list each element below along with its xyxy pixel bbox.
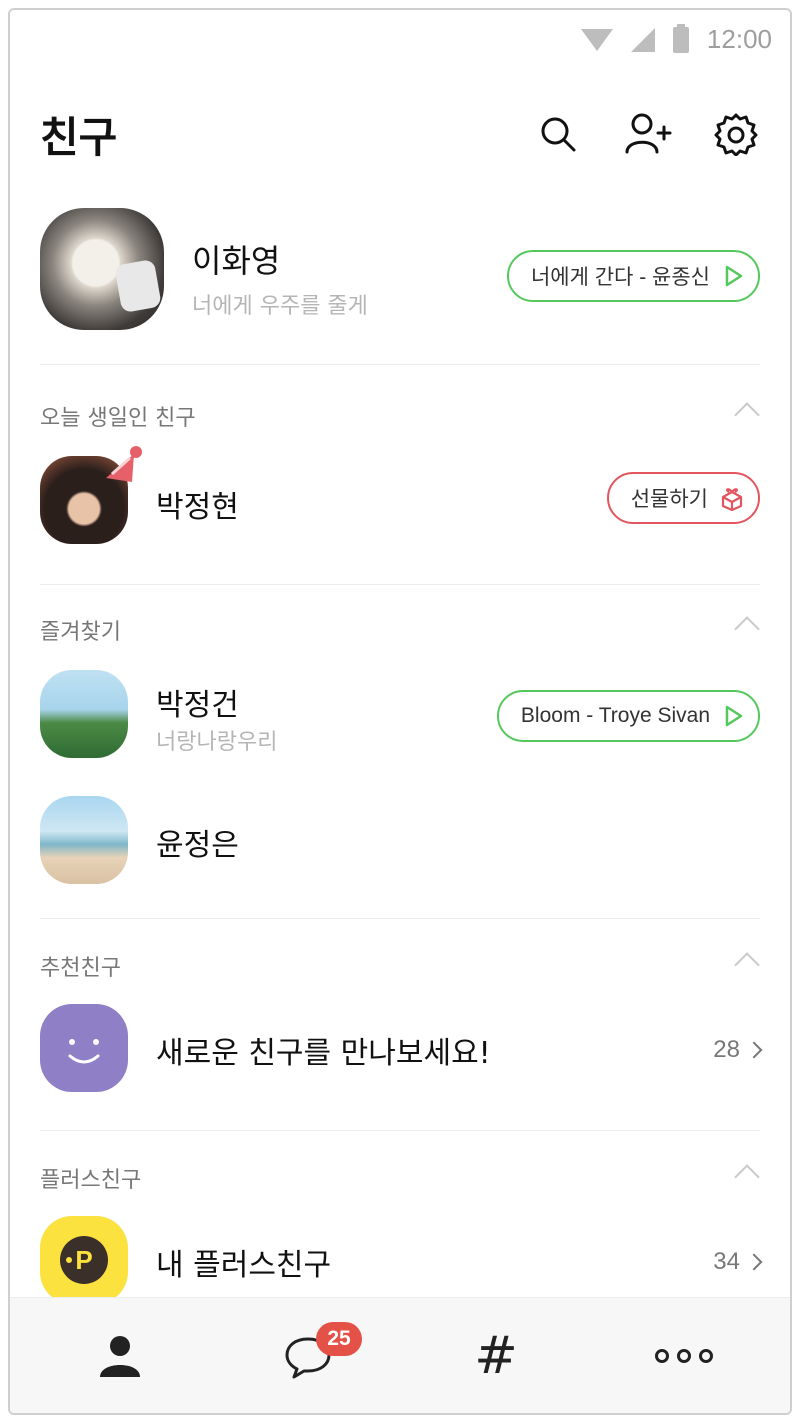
recommend-label: 새로운 친구를 만나보세요! xyxy=(156,1036,491,1071)
chevron-up-icon[interactable] xyxy=(734,1164,760,1190)
add-friend-icon xyxy=(625,113,672,154)
section-title: 오늘 생일인 친구 xyxy=(40,406,196,431)
section-title: 플러스친구 xyxy=(40,1168,142,1193)
status-time: 12:00 xyxy=(706,24,772,54)
divider xyxy=(40,918,760,919)
avatar xyxy=(40,1004,128,1092)
section-recommended-header[interactable]: 추천친구 xyxy=(40,944,760,984)
page-title: 친구 xyxy=(40,113,118,162)
section-title: 추천친구 xyxy=(40,956,121,981)
gear-icon xyxy=(714,113,758,156)
chevron-right-icon xyxy=(745,1253,763,1271)
section-plus-header[interactable]: 플러스친구 xyxy=(40,1156,760,1196)
chat-unread-badge: 25 xyxy=(316,1322,362,1356)
wifi-icon xyxy=(580,28,613,51)
search-icon xyxy=(541,117,576,152)
list-item-favorite-friend[interactable]: 윤정은 xyxy=(40,792,760,888)
music-label: Bloom - Troye Sivan xyxy=(520,704,710,727)
settings-button[interactable] xyxy=(712,110,760,158)
person-icon xyxy=(100,1336,140,1377)
list-item-favorite-friend[interactable]: 박정건 너랑나랑우리 Bloom - Troye Sivan xyxy=(40,666,760,762)
status-bar: 12:00 xyxy=(10,10,790,66)
recommend-count[interactable]: 28 xyxy=(713,1036,763,1064)
tab-hashtag[interactable]: # xyxy=(398,1298,594,1413)
hash-icon: # xyxy=(474,1326,518,1386)
my-profile[interactable]: 이화영 너에게 우주를 줄게 너에게 간다 - 윤종신 xyxy=(40,204,760,334)
divider xyxy=(40,584,760,585)
svg-text:P: P xyxy=(75,1245,92,1275)
plus-friend-count[interactable]: 34 xyxy=(713,1248,763,1276)
gift-button[interactable]: 선물하기 xyxy=(606,472,760,524)
chevron-up-icon[interactable] xyxy=(734,952,760,978)
list-item-recommend[interactable]: 새로운 친구를 만나보세요! 28 xyxy=(40,1000,763,1096)
section-favorites-header[interactable]: 즐겨찾기 xyxy=(40,608,760,648)
profile-name: 이화영 xyxy=(192,242,281,280)
avatar xyxy=(40,796,128,884)
friend-music-button[interactable]: Bloom - Troye Sivan xyxy=(496,690,760,742)
count-value: 28 xyxy=(713,1036,740,1063)
friend-name: 박정현 xyxy=(156,490,239,525)
battery-icon xyxy=(672,23,689,53)
divider xyxy=(40,1130,760,1131)
tab-more[interactable] xyxy=(586,1298,782,1413)
plus-friend-label: 내 플러스친구 xyxy=(156,1248,332,1283)
play-icon xyxy=(725,265,743,287)
music-label: 너에게 간다 - 윤종신 xyxy=(530,266,710,289)
app-header: 친구 xyxy=(40,102,760,172)
signal-icon xyxy=(630,27,655,52)
chevron-up-icon[interactable] xyxy=(734,402,760,428)
search-button[interactable] xyxy=(534,110,582,158)
party-hat-icon xyxy=(106,446,142,482)
chevron-up-icon[interactable] xyxy=(734,616,760,642)
profile-music-button[interactable]: 너에게 간다 - 윤종신 xyxy=(506,250,760,302)
list-item-birthday-friend[interactable]: 박정현 선물하기 xyxy=(40,446,760,548)
more-icon xyxy=(655,1349,713,1363)
divider xyxy=(40,364,760,365)
phone-screen: 12:00 친구 이화영 너에게 우주를 줄게 너에게 간다 - 윤종신 오늘 … xyxy=(8,8,792,1415)
avatar xyxy=(40,208,164,330)
avatar: P xyxy=(40,1216,128,1304)
gift-label: 선물하기 xyxy=(630,487,708,511)
friend-name: 윤정은 xyxy=(156,828,239,863)
avatar xyxy=(40,670,128,758)
smiley-icon xyxy=(68,1039,100,1064)
section-title: 즐겨찾기 xyxy=(40,620,121,645)
section-birthday-header[interactable]: 오늘 생일인 친구 xyxy=(40,394,760,434)
tab-friends[interactable] xyxy=(22,1298,218,1413)
friend-name: 박정건 xyxy=(156,688,239,723)
tab-chats[interactable]: 25 xyxy=(210,1298,406,1413)
gift-icon xyxy=(721,488,743,511)
bottom-nav: 25 # xyxy=(10,1297,790,1413)
chevron-right-icon xyxy=(745,1041,763,1059)
profile-status: 너에게 우주를 줄게 xyxy=(192,294,368,319)
count-value: 34 xyxy=(713,1248,740,1275)
play-icon xyxy=(725,705,743,727)
friend-status: 너랑나랑우리 xyxy=(156,730,278,755)
plus-friend-logo-icon: P xyxy=(60,1236,108,1284)
list-item-plus-friend[interactable]: P 내 플러스친구 34 xyxy=(40,1212,763,1308)
add-friend-button[interactable] xyxy=(624,110,672,158)
